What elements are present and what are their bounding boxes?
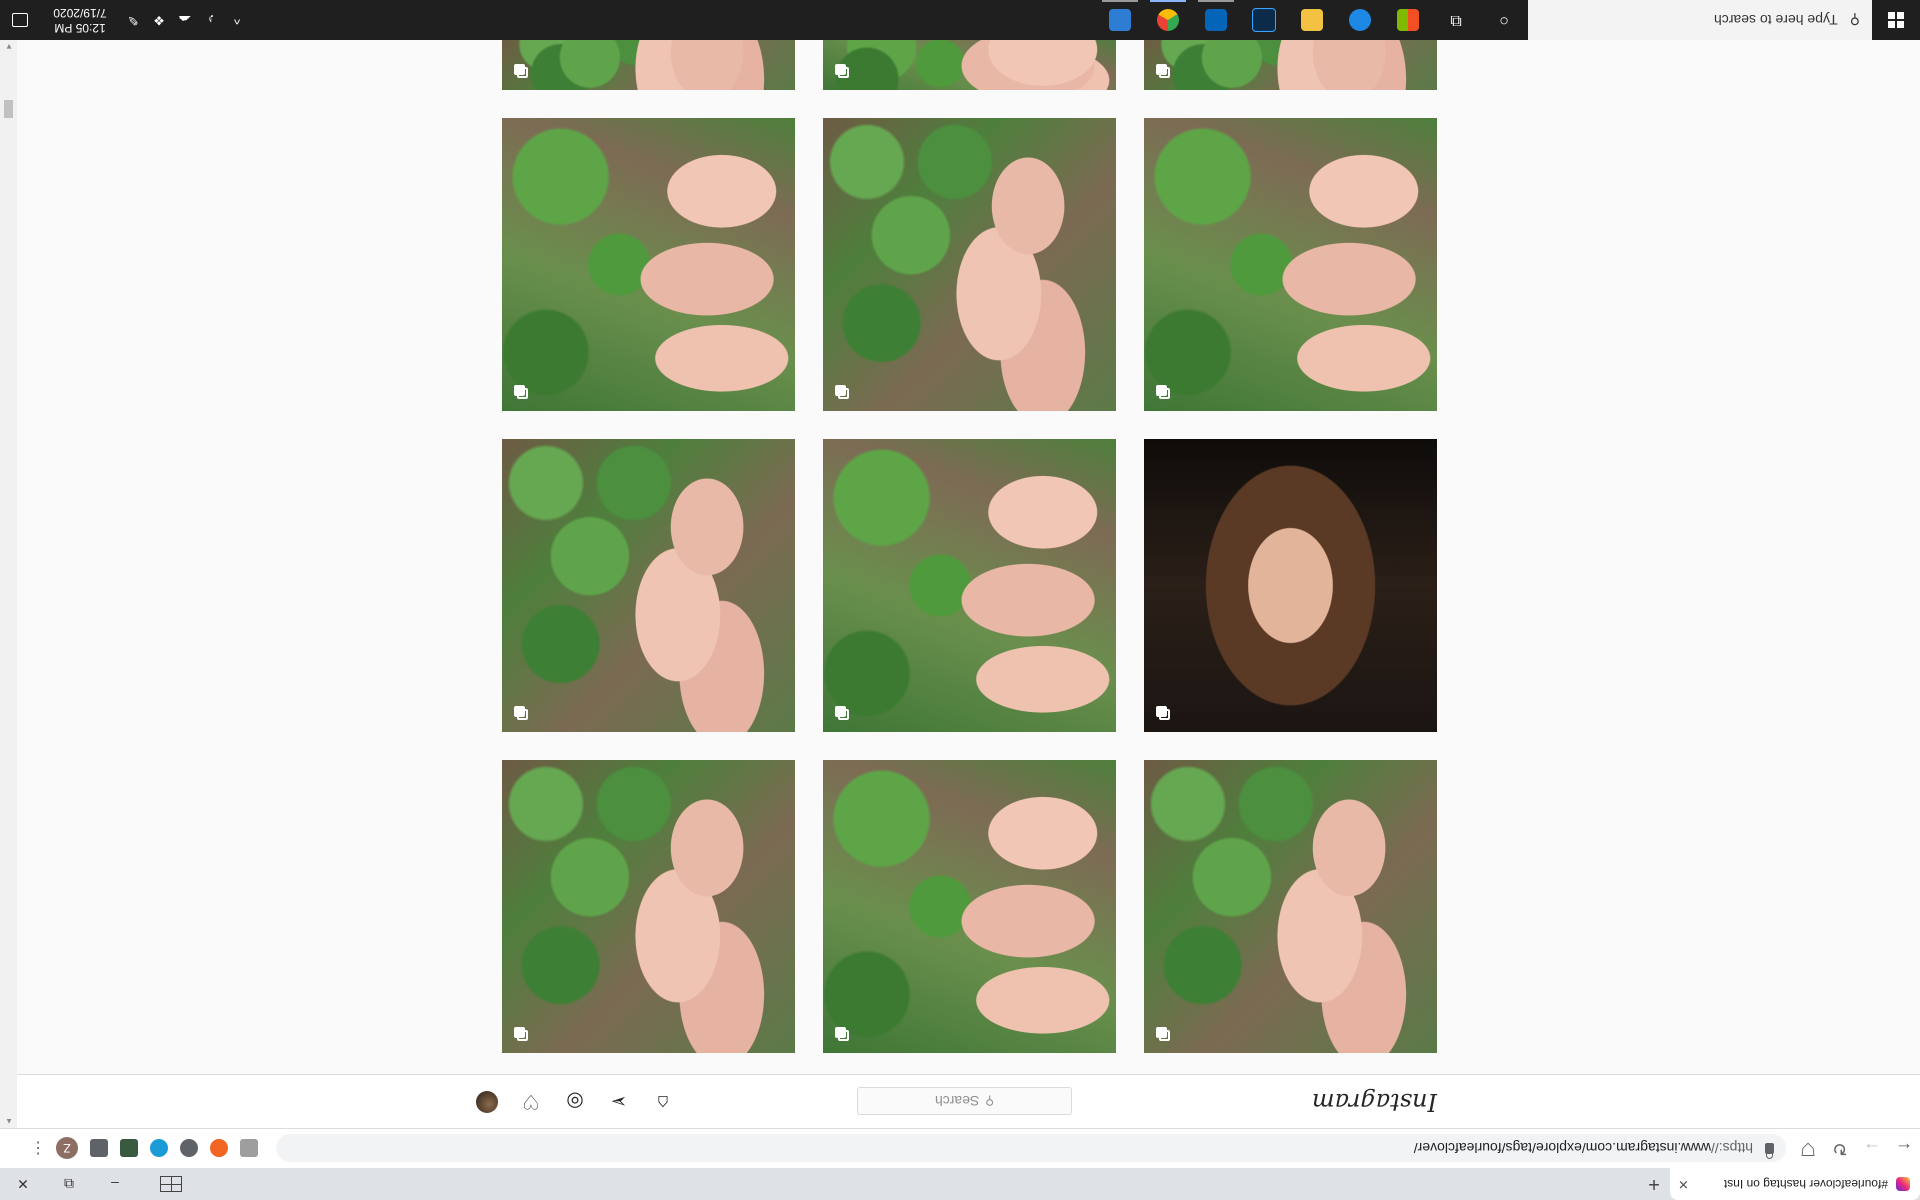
carousel-icon: [835, 1027, 849, 1041]
search-placeholder: Search: [934, 1093, 980, 1109]
control-panel-icon[interactable]: [1096, 0, 1144, 40]
reload-button[interactable]: ↻: [1824, 1133, 1856, 1165]
post-thumbnail[interactable]: [502, 40, 795, 90]
carousel-icon: [514, 1027, 528, 1041]
search-icon: ⚲: [985, 1094, 995, 1108]
vertical-scrollbar[interactable]: ▲ ▼: [0, 40, 17, 1128]
direct-icon[interactable]: ➢: [607, 1090, 631, 1114]
screen: #fourleafclover hashtag on Inst ✕ + – ⧉ …: [0, 0, 1920, 1200]
profile-avatar[interactable]: [475, 1090, 499, 1114]
lock-icon: [1765, 1143, 1774, 1154]
instagram-favicon-icon: [1896, 1177, 1910, 1191]
window-controls: – ⧉ ✕: [0, 1168, 184, 1200]
post-thumbnail[interactable]: [823, 760, 1116, 1053]
pen-icon[interactable]: ✎: [120, 12, 146, 28]
forward-button[interactable]: →: [1856, 1133, 1888, 1165]
menu-icon[interactable]: ⋮: [26, 1139, 50, 1159]
scroll-down-icon[interactable]: ▼: [5, 42, 13, 51]
chevron-up-icon[interactable]: ^: [224, 13, 250, 28]
tab-title: #fourleafclover hashtag on Inst: [1723, 1177, 1888, 1191]
page-viewport: Instagram ⚲ Search ⌂ ➢ ◎ ♡: [17, 40, 1920, 1128]
carousel-icon: [1156, 385, 1170, 399]
browser-toolbar: ← → ↻ ⛉ https:// www.instagram.com/explo…: [0, 1128, 1920, 1168]
url-scheme: https://: [1710, 1140, 1753, 1157]
task-view-icon[interactable]: ⧉: [1432, 0, 1480, 40]
volume-icon[interactable]: ♪: [198, 13, 224, 28]
notification-icon[interactable]: [0, 13, 40, 27]
carousel-icon: [514, 706, 528, 720]
extension-icon[interactable]: [210, 1139, 228, 1158]
carousel-icon: [1156, 1027, 1170, 1041]
carousel-icon: [1156, 706, 1170, 720]
restore-button[interactable]: ⧉: [46, 1168, 92, 1200]
file-explorer-icon[interactable]: [1288, 0, 1336, 40]
dropbox-icon[interactable]: ❖: [146, 12, 172, 28]
shield-icon[interactable]: ⛉: [1792, 1133, 1824, 1165]
taskbar-search-placeholder: Type here to search: [1713, 12, 1838, 28]
search-input[interactable]: ⚲ Search: [857, 1087, 1072, 1115]
explore-icon[interactable]: ◎: [563, 1090, 587, 1114]
activity-icon[interactable]: ♡: [519, 1090, 543, 1114]
carousel-icon: [835, 64, 849, 78]
post-thumbnail[interactable]: [1144, 760, 1437, 1053]
scroll-up-icon[interactable]: ▲: [5, 1117, 13, 1126]
post-thumbnail[interactable]: [1144, 118, 1437, 411]
post-thumbnail[interactable]: [1144, 40, 1437, 90]
tab-close-icon[interactable]: ✕: [1678, 1176, 1689, 1192]
new-tab-button[interactable]: +: [1638, 1168, 1670, 1200]
instagram-navbar: Instagram ⚲ Search ⌂ ➢ ◎ ♡: [17, 1074, 1920, 1128]
layout-icon[interactable]: [138, 1168, 184, 1200]
post-thumbnail[interactable]: [1144, 439, 1437, 732]
taskbar: ⚲ Type here to search ○ ⧉ ^ ♪ ☁ ❖ ✎ 12:0…: [0, 0, 1920, 40]
profile-avatar[interactable]: Z: [56, 1137, 78, 1160]
search-icon: ⚲: [1849, 12, 1860, 29]
extension-icon[interactable]: [240, 1139, 258, 1158]
photoshop-icon[interactable]: [1240, 0, 1288, 40]
system-tray: ^ ♪ ☁ ❖ ✎ 12:05 PM 7/19/2020: [0, 0, 250, 40]
post-thumbnail[interactable]: [823, 40, 1116, 90]
url-text: www.instagram.com/explore/tags/fourleafc…: [1413, 1140, 1711, 1157]
carousel-icon: [835, 706, 849, 720]
chrome-icon[interactable]: [1144, 0, 1192, 40]
cortana-icon[interactable]: ○: [1480, 0, 1528, 40]
post-thumbnail[interactable]: [502, 760, 795, 1053]
post-thumbnail[interactable]: [502, 439, 795, 732]
home-icon[interactable]: ⌂: [651, 1090, 675, 1114]
carousel-icon: [835, 385, 849, 399]
browser-tab[interactable]: #fourleafclover hashtag on Inst ✕: [1670, 1168, 1920, 1200]
extension-icon[interactable]: [180, 1139, 198, 1158]
carousel-icon: [1156, 64, 1170, 78]
puzzle-icon[interactable]: [90, 1139, 108, 1158]
clock-time: 12:05 PM: [54, 21, 106, 35]
extension-icon[interactable]: [120, 1139, 138, 1158]
carousel-icon: [514, 385, 528, 399]
edge-icon[interactable]: [1336, 0, 1384, 40]
start-button[interactable]: [1872, 0, 1920, 40]
browser-titlebar: #fourleafclover hashtag on Inst ✕ + – ⧉ …: [0, 1168, 1920, 1200]
onedrive-tray-icon[interactable]: ☁: [172, 12, 198, 28]
store-icon[interactable]: [1384, 0, 1432, 40]
post-thumbnail[interactable]: [823, 118, 1116, 411]
instagram-logo[interactable]: Instagram: [1312, 1088, 1437, 1116]
clock-date: 7/19/2020: [53, 6, 107, 20]
taskbar-search[interactable]: ⚲ Type here to search: [1528, 0, 1872, 40]
extension-icon[interactable]: [150, 1139, 168, 1158]
minimize-button[interactable]: –: [92, 1168, 138, 1200]
post-thumbnail[interactable]: [502, 118, 795, 411]
carousel-icon: [514, 64, 528, 78]
back-button[interactable]: ←: [1888, 1133, 1920, 1165]
address-bar[interactable]: https:// www.instagram.com/explore/tags/…: [276, 1134, 1786, 1163]
onedrive-icon[interactable]: [1192, 0, 1240, 40]
scrollbar-thumb[interactable]: [4, 100, 13, 118]
instagram-nav-icons: ⌂ ➢ ◎ ♡: [475, 1090, 675, 1114]
extensions-bar: Z ⋮: [26, 1137, 264, 1160]
clock[interactable]: 12:05 PM 7/19/2020: [40, 5, 120, 35]
close-window-button[interactable]: ✕: [0, 1168, 46, 1200]
post-thumbnail[interactable]: [823, 439, 1116, 732]
